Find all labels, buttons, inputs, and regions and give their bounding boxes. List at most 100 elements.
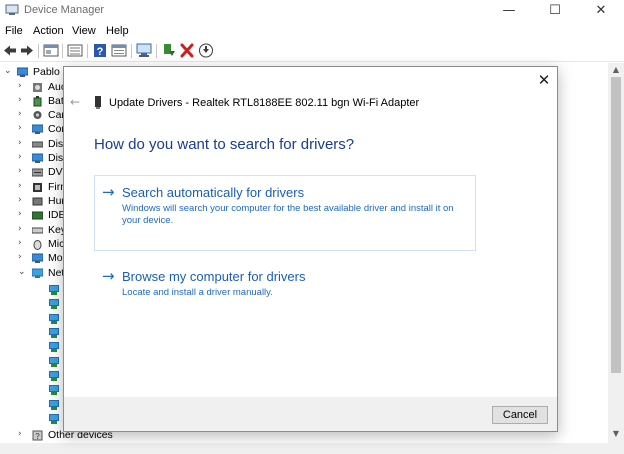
category-label: Mic [48, 238, 65, 250]
minimize-button[interactable]: — [486, 0, 532, 22]
expand-icon[interactable]: › [18, 138, 28, 148]
category-label: Mo [48, 252, 63, 264]
computer-icon [17, 67, 28, 77]
console-tree-icon[interactable] [67, 43, 83, 58]
scroll-down-icon[interactable]: ▼ [608, 429, 624, 438]
tree-category[interactable]: › Key [18, 224, 68, 238]
update-driver-icon[interactable] [161, 43, 177, 58]
tree-category-network-adapters[interactable]: ⌄ Net [18, 267, 68, 281]
expand-icon[interactable]: › [18, 109, 28, 119]
battery-icon [33, 96, 42, 107]
tree-category[interactable]: › Mic [18, 238, 68, 252]
menu-view[interactable]: View [72, 25, 96, 37]
cancel-button[interactable]: Cancel [492, 406, 548, 424]
ide-controller-icon [32, 211, 43, 220]
dialog-title: Update Drivers - Realtek RTL8188EE 802.1… [109, 97, 420, 109]
menu-bar: File Action View Help [0, 22, 624, 40]
expand-icon[interactable]: › [18, 238, 28, 248]
expand-icon[interactable]: › [18, 166, 28, 176]
tree-category[interactable]: › Auc [18, 81, 68, 95]
menu-file[interactable]: File [5, 25, 23, 37]
properties-icon[interactable] [43, 43, 59, 58]
tree-category[interactable]: › Car [18, 109, 68, 123]
uninstall-icon[interactable] [179, 43, 195, 58]
close-button[interactable]: ✕ [578, 0, 624, 22]
dialog-footer [64, 397, 557, 431]
menu-help[interactable]: Help [106, 25, 129, 37]
title-bar: Device Manager — ☐ ✕ [0, 0, 624, 22]
audio-icon [33, 83, 42, 92]
option-title: Browse my computer for drivers [122, 269, 306, 284]
display-adapter-icon [32, 153, 43, 163]
network-adapter-icon[interactable] [48, 285, 60, 296]
tree-category[interactable]: › IDE [18, 209, 68, 223]
tree-category[interactable]: › Disl [18, 138, 68, 152]
expand-icon[interactable]: › [18, 429, 28, 439]
scroll-up-icon[interactable]: ▲ [608, 65, 624, 74]
tree-category[interactable]: › Cor [18, 123, 68, 137]
toolbar-separator [62, 44, 63, 58]
dialog-close-button[interactable]: ✕ [534, 71, 554, 89]
vertical-scrollbar[interactable]: ▲ ▼ [608, 63, 624, 443]
browse-computer-option[interactable]: → Browse my computer for drivers Locate … [94, 259, 476, 307]
arrow-right-icon: → [102, 183, 115, 201]
tree-category[interactable]: › Hur [18, 195, 68, 209]
network-adapter-icon [32, 268, 43, 278]
expand-icon[interactable]: › [18, 209, 28, 219]
mouse-icon [33, 240, 42, 250]
tree-category[interactable]: › Mo [18, 252, 68, 266]
scrollbar-thumb[interactable] [611, 77, 621, 373]
expand-icon[interactable]: › [18, 123, 28, 133]
collapse-icon[interactable]: ⌄ [4, 66, 14, 76]
toolbar-separator [87, 44, 88, 58]
back-arrow-icon[interactable]: ← [70, 95, 84, 109]
hid-icon [32, 197, 43, 206]
camera-icon [33, 111, 42, 119]
option-description: Locate and install a driver manually. [122, 287, 273, 298]
maximize-button[interactable]: ☐ [532, 0, 578, 22]
firmware-icon [33, 183, 42, 192]
update-drivers-dialog: ✕ ← Update Drivers - Realtek RTL8188EE 8… [63, 66, 558, 432]
toolbar-separator [131, 44, 132, 58]
toolbar: ? [0, 40, 624, 62]
tree-category[interactable]: › DVI [18, 166, 68, 180]
tree-category[interactable]: › Disp [18, 152, 69, 166]
expand-icon[interactable]: › [18, 181, 28, 191]
option-title: Search automatically for drivers [122, 185, 305, 200]
device-manager-icon [5, 4, 19, 15]
expand-icon[interactable]: › [18, 81, 28, 91]
network-adapter-icon[interactable] [48, 299, 60, 310]
collapse-icon[interactable]: ⌄ [18, 267, 28, 277]
network-adapter-icon[interactable] [48, 357, 60, 368]
network-adapter-icon[interactable] [48, 385, 60, 396]
svg-text:?: ? [97, 46, 104, 58]
network-adapter-icon[interactable] [48, 371, 60, 382]
tree-category[interactable]: › Bat [18, 95, 68, 109]
computer-icon [32, 124, 43, 134]
menu-action[interactable]: Action [33, 25, 64, 37]
expand-icon[interactable]: › [18, 224, 28, 234]
tree-category[interactable]: › Firm [18, 181, 69, 195]
keyboard-icon [32, 227, 43, 234]
tree-root-label: Pablo [33, 66, 60, 78]
expand-icon[interactable]: › [18, 252, 28, 262]
monitor-icon [32, 253, 43, 263]
network-adapter-icon[interactable] [48, 400, 60, 411]
network-adapter-icon[interactable] [48, 342, 60, 353]
window-title: Device Manager [24, 4, 105, 16]
network-adapter-icon[interactable] [48, 314, 60, 325]
forward-icon[interactable] [19, 43, 35, 58]
network-adapter-icon[interactable] [48, 328, 60, 339]
scan-hardware-icon[interactable] [136, 43, 152, 58]
search-automatically-option[interactable]: → Search automatically for drivers Windo… [94, 175, 476, 251]
properties-sheet-icon[interactable] [111, 43, 127, 58]
network-adapter-icon[interactable] [48, 414, 60, 425]
expand-icon[interactable]: › [18, 95, 28, 105]
disable-icon[interactable] [198, 43, 214, 58]
help-icon[interactable]: ? [92, 43, 108, 58]
expand-icon[interactable]: › [18, 195, 28, 205]
back-icon[interactable] [2, 43, 18, 58]
expand-icon[interactable]: › [18, 152, 28, 162]
network-card-icon [95, 96, 101, 109]
toolbar-separator [156, 44, 157, 58]
